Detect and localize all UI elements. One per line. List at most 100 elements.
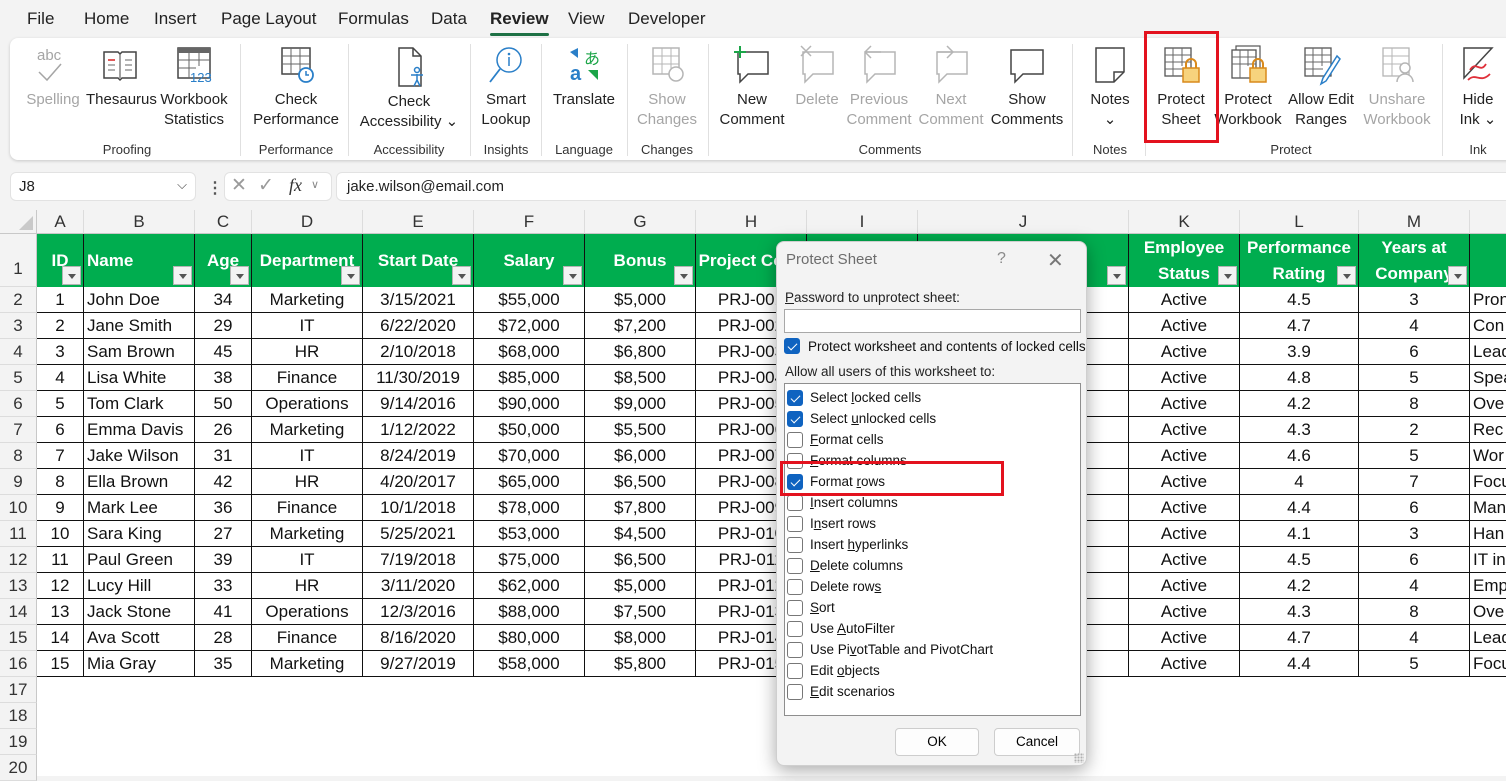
table-cell[interactable]: 4 <box>1359 625 1470 651</box>
table-cell[interactable]: $7,500 <box>585 599 696 625</box>
previous-comment-button[interactable]: Previous Comment <box>844 44 914 130</box>
permission-checkbox[interactable] <box>787 579 803 595</box>
table-cell[interactable]: $6,500 <box>585 547 696 573</box>
function-dropdown-icon[interactable]: ∨ <box>311 178 319 191</box>
hide-ink-button[interactable]: Hide Ink ⌄ <box>1450 44 1506 130</box>
table-cell[interactable]: 42 <box>195 469 252 495</box>
column-header-a[interactable]: A <box>37 210 84 234</box>
table-cell[interactable]: 4.5 <box>1240 287 1359 313</box>
filter-dropdown-button[interactable] <box>230 266 249 285</box>
filter-dropdown-button[interactable] <box>62 266 81 285</box>
table-cell[interactable]: Finance <box>252 495 363 521</box>
table-cell[interactable]: 3/15/2021 <box>363 287 474 313</box>
permission-item[interactable]: Delete rows <box>785 577 1075 597</box>
header-cell-c[interactable]: Age <box>195 234 252 287</box>
table-cell[interactable]: IT <box>252 443 363 469</box>
table-cell[interactable]: 45 <box>195 339 252 365</box>
table-cell[interactable]: 9 <box>37 495 84 521</box>
table-cell[interactable]: Jane Smith <box>84 313 195 339</box>
table-cell[interactable]: 9/27/2019 <box>363 651 474 677</box>
table-cell[interactable]: 3 <box>37 339 84 365</box>
table-cell[interactable]: Rec <box>1470 417 1506 443</box>
table-cell[interactable]: Jack Stone <box>84 599 195 625</box>
table-cell[interactable]: Paul Green <box>84 547 195 573</box>
table-cell[interactable]: 33 <box>195 573 252 599</box>
permission-item[interactable]: Select locked cells <box>785 388 1075 408</box>
table-cell[interactable]: 39 <box>195 547 252 573</box>
table-cell[interactable]: $90,000 <box>474 391 585 417</box>
table-cell[interactable]: 3 <box>1359 521 1470 547</box>
delete-comment-button[interactable]: Delete <box>792 44 842 110</box>
table-cell[interactable]: $85,000 <box>474 365 585 391</box>
table-cell[interactable]: 5 <box>1359 365 1470 391</box>
tab-review[interactable]: Review <box>490 9 549 36</box>
table-cell[interactable]: 34 <box>195 287 252 313</box>
table-cell[interactable]: $50,000 <box>474 417 585 443</box>
table-cell[interactable]: $68,000 <box>474 339 585 365</box>
select-all-corner[interactable] <box>0 210 37 234</box>
table-cell[interactable]: 3.9 <box>1240 339 1359 365</box>
show-comments-button[interactable]: Show Comments <box>988 44 1066 130</box>
table-cell[interactable]: $7,800 <box>585 495 696 521</box>
unshare-workbook-button[interactable]: Unshare Workbook <box>1360 44 1434 130</box>
table-cell[interactable]: $8,000 <box>585 625 696 651</box>
permission-checkbox[interactable] <box>787 411 803 427</box>
confirm-entry-icon[interactable]: ✓ <box>258 174 274 197</box>
table-cell[interactable]: 50 <box>195 391 252 417</box>
tab-data[interactable]: Data <box>431 9 467 29</box>
ok-button[interactable]: OK <box>895 728 979 756</box>
table-cell[interactable]: IT in <box>1470 547 1506 573</box>
filter-dropdown-button[interactable] <box>341 266 360 285</box>
table-cell[interactable]: 12 <box>37 573 84 599</box>
close-icon[interactable]: ✕ <box>1047 248 1064 273</box>
table-cell[interactable]: 1/12/2022 <box>363 417 474 443</box>
permission-checkbox[interactable] <box>787 621 803 637</box>
new-comment-button[interactable]: New Comment <box>714 44 790 130</box>
table-cell[interactable]: 15 <box>37 651 84 677</box>
table-cell[interactable]: 11 <box>37 547 84 573</box>
table-cell[interactable]: 5 <box>1359 443 1470 469</box>
table-cell[interactable]: $62,000 <box>474 573 585 599</box>
permission-checkbox[interactable] <box>787 432 803 448</box>
column-header-g[interactable]: G <box>585 210 696 234</box>
table-cell[interactable]: $72,000 <box>474 313 585 339</box>
table-cell[interactable]: 4.3 <box>1240 417 1359 443</box>
spelling-button[interactable]: abc Spelling <box>24 44 82 110</box>
table-cell[interactable]: 7 <box>37 443 84 469</box>
table-cell[interactable]: Marketing <box>252 521 363 547</box>
table-cell[interactable]: 2 <box>37 313 84 339</box>
table-cell[interactable]: Ove <box>1470 391 1506 417</box>
table-cell[interactable]: IT <box>252 313 363 339</box>
table-cell[interactable]: Ava Scott <box>84 625 195 651</box>
table-cell[interactable]: 8/24/2019 <box>363 443 474 469</box>
table-cell[interactable]: Emma Davis <box>84 417 195 443</box>
check-performance-button[interactable]: Check Performance <box>250 44 342 130</box>
table-cell[interactable]: Active <box>1129 339 1240 365</box>
table-cell[interactable]: $6,500 <box>585 469 696 495</box>
table-cell[interactable]: Ella Brown <box>84 469 195 495</box>
header-cell-b[interactable]: Name <box>84 234 195 287</box>
table-cell[interactable]: Active <box>1129 391 1240 417</box>
table-cell[interactable]: Active <box>1129 651 1240 677</box>
table-cell[interactable]: $6,800 <box>585 339 696 365</box>
table-cell[interactable]: $8,500 <box>585 365 696 391</box>
table-cell[interactable]: 4.2 <box>1240 391 1359 417</box>
table-cell[interactable]: 4.5 <box>1240 547 1359 573</box>
insert-function-icon[interactable]: fx <box>289 175 302 196</box>
table-cell[interactable]: 36 <box>195 495 252 521</box>
table-cell[interactable]: 31 <box>195 443 252 469</box>
table-cell[interactable]: $58,000 <box>474 651 585 677</box>
table-cell[interactable]: Focu <box>1470 651 1506 677</box>
table-cell[interactable]: Active <box>1129 443 1240 469</box>
permission-item[interactable]: Use PivotTable and PivotChart <box>785 640 1075 660</box>
table-cell[interactable]: 4/20/2017 <box>363 469 474 495</box>
table-cell[interactable]: $88,000 <box>474 599 585 625</box>
table-cell[interactable]: 4 <box>37 365 84 391</box>
column-header-n[interactable] <box>1470 210 1506 234</box>
notes-button[interactable]: Notes ⌄ <box>1080 44 1140 130</box>
show-changes-button[interactable]: Show Changes <box>632 44 702 130</box>
table-cell[interactable]: $7,200 <box>585 313 696 339</box>
tab-file[interactable]: File <box>27 9 54 29</box>
table-cell[interactable]: 1 <box>37 287 84 313</box>
table-cell[interactable]: 3 <box>1359 287 1470 313</box>
